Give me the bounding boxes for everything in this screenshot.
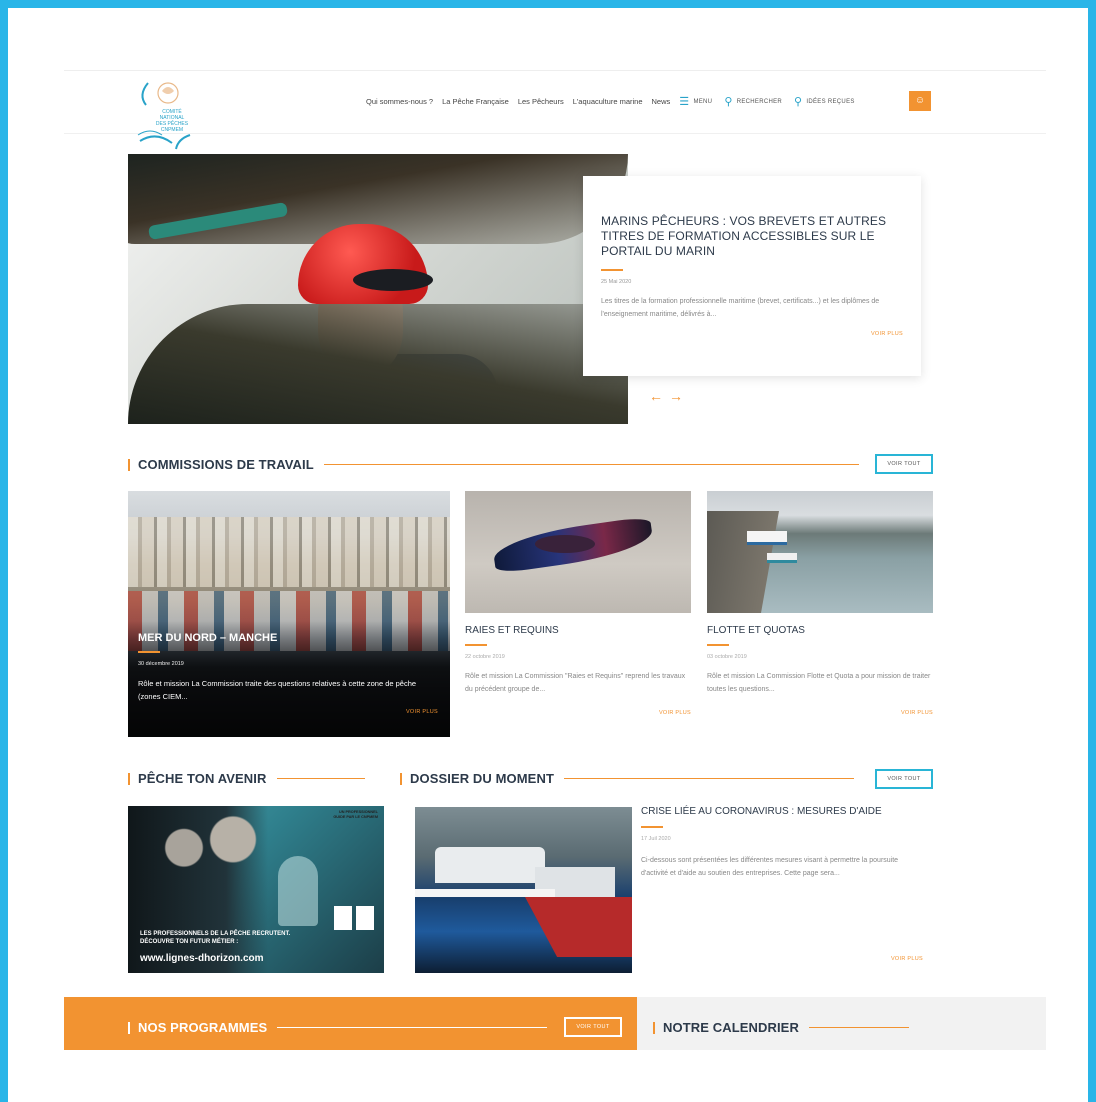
menu-label: MENU <box>693 98 713 105</box>
search-label: RECHERCHER <box>736 98 783 105</box>
hamburger-icon: ☰ <box>679 96 690 108</box>
page: COMITÉ NATIONAL DES PÊCHES CNPMEM Qui so… <box>64 70 1046 1102</box>
nav-link-peche-francaise[interactable]: La Pêche Française <box>442 97 509 106</box>
dossier-header: DOSSIER DU MOMENT <box>400 771 854 786</box>
hero-date: 25 Mai 2020 <box>601 279 632 285</box>
main-nav: Qui sommes-nous ? La Pêche Française Les… <box>366 95 867 108</box>
poster-logo <box>334 906 352 930</box>
commissions-view-all-button[interactable]: VOIR TOUT <box>875 454 933 474</box>
card-title: MER DU NORD – MANCHE <box>138 632 278 644</box>
card-image[interactable] <box>465 491 691 613</box>
hero-title[interactable]: MARINS PÊCHEURS : VOS BREVETS ET AUTRES … <box>601 214 903 259</box>
peche-title: PÊCHE TON AVENIR <box>138 771 267 786</box>
peche-ton-avenir-poster[interactable]: UN PROFESSIONNEL GUIDE PAR LE CNPMEM LES… <box>128 806 384 973</box>
arrow-right-icon[interactable]: → <box>669 388 689 404</box>
hero-arrows: ←→ <box>649 388 689 404</box>
commission-card-raies-requins[interactable]: RAIES ET REQUINS 22 octobre 2019 Rôle et… <box>465 491 691 716</box>
dossier-item: CRISE LIÉE AU CORONAVIRUS : MESURES D'AI… <box>641 806 931 962</box>
commission-card-mer-du-nord[interactable]: MER DU NORD – MANCHE 30 décembre 2019 Rô… <box>128 491 450 737</box>
hero-card: MARINS PÊCHEURS : VOS BREVETS ET AUTRES … <box>583 176 921 376</box>
ideas-label: IDÉES REÇUES <box>806 98 855 105</box>
card-date: 03 octobre 2019 <box>707 654 747 660</box>
arrow-left-icon[interactable]: ← <box>649 388 669 404</box>
commissions-header: COMMISSIONS DE TRAVAIL <box>128 457 859 472</box>
search-icon: ⚲ <box>724 96 733 108</box>
location-pin-icon: ⚲ <box>794 96 803 108</box>
search-button[interactable]: ⚲ RECHERCHER <box>724 95 782 108</box>
menu-button[interactable]: ☰ MENU <box>679 95 712 108</box>
ideas-button[interactable]: ⚲ IDÉES REÇUES <box>794 95 855 108</box>
poster-url: www.lignes-dhorizon.com <box>140 953 264 964</box>
card-text: Rôle et mission La Commission traite des… <box>138 679 417 701</box>
card-more-link[interactable]: VOIR PLUS <box>138 709 438 715</box>
card-title[interactable]: RAIES ET REQUINS <box>465 625 691 636</box>
logo-text: COMITÉ NATIONAL DES PÊCHES CNPMEM <box>155 109 189 133</box>
user-account-button[interactable]: ☺ <box>909 91 931 111</box>
peche-header: PÊCHE TON AVENIR <box>128 771 365 786</box>
poster-logo <box>356 906 374 930</box>
dossier-title: DOSSIER DU MOMENT <box>410 771 554 786</box>
calendrier-header: NOTRE CALENDRIER <box>653 1020 909 1035</box>
nav-link-news[interactable]: News <box>652 97 671 106</box>
commissions-title: COMMISSIONS DE TRAVAIL <box>138 457 314 472</box>
dossier-view-all-button[interactable]: VOIR TOUT <box>875 769 933 789</box>
card-date: 30 décembre 2019 <box>138 661 184 667</box>
user-icon: ☺ <box>914 95 926 106</box>
dossier-item-title[interactable]: CRISE LIÉE AU CORONAVIRUS : MESURES D'AI… <box>641 806 931 817</box>
nav-link-pecheurs[interactable]: Les Pêcheurs <box>518 97 564 106</box>
card-more-link[interactable]: VOIR PLUS <box>465 710 691 716</box>
site-header: COMITÉ NATIONAL DES PÊCHES CNPMEM Qui so… <box>64 70 1046 150</box>
dossier-image[interactable] <box>415 807 632 973</box>
dossier-date: 17 Juil 2020 <box>641 836 671 842</box>
dossier-more-link[interactable]: VOIR PLUS <box>641 956 923 962</box>
poster-caption: LES PROFESSIONNELS DE LA PÊCHE RECRUTENT… <box>140 931 291 945</box>
hero-image[interactable] <box>128 154 628 424</box>
programmes-view-all-button[interactable]: VOIR TOUT <box>564 1017 622 1037</box>
commission-card-flotte-quotas[interactable]: FLOTTE ET QUOTAS 03 octobre 2019 Rôle et… <box>707 491 933 716</box>
programmes-title: NOS PROGRAMMES <box>138 1020 268 1035</box>
title-rule <box>601 269 623 271</box>
card-text: Rôle et mission La Commission "Raies et … <box>465 673 686 693</box>
programmes-header: NOS PROGRAMMES <box>128 1020 548 1035</box>
hero-excerpt: Les titres de la formation professionnel… <box>601 298 880 318</box>
nav-link-qui-sommes-nous[interactable]: Qui sommes-nous ? <box>366 97 433 106</box>
card-more-link[interactable]: VOIR PLUS <box>707 710 933 716</box>
card-text: Rôle et mission La Commission Flotte et … <box>707 673 931 693</box>
calendrier-title: NOTRE CALENDRIER <box>663 1020 799 1035</box>
programmes-section: NOS PROGRAMMES VOIR TOUT <box>64 997 637 1050</box>
poster-top-text: UN PROFESSIONNEL GUIDE PAR LE CNPMEM <box>333 810 378 819</box>
nav-link-aquaculture[interactable]: L'aquaculture marine <box>573 97 643 106</box>
card-title[interactable]: FLOTTE ET QUOTAS <box>707 625 933 636</box>
calendrier-section: NOTRE CALENDRIER <box>637 997 1046 1050</box>
card-date: 22 octobre 2019 <box>465 654 505 660</box>
card-image[interactable] <box>707 491 933 613</box>
dossier-text: Ci-dessous sont présentées les différent… <box>641 857 899 877</box>
hero-more-link[interactable]: VOIR PLUS <box>601 331 903 337</box>
